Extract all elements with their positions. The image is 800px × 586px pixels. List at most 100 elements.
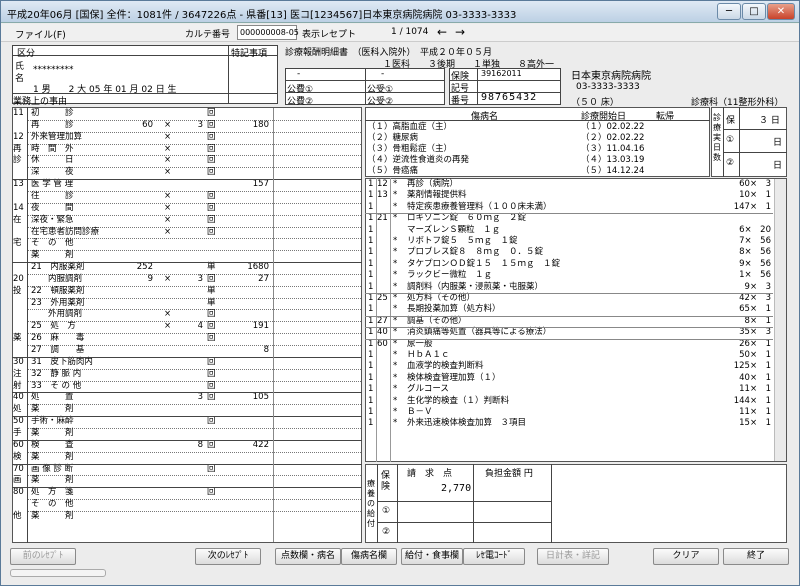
section-code: 60 (13, 440, 24, 450)
section-unit: 回 (207, 155, 216, 165)
section-label: 内服調剤 (31, 274, 83, 284)
detail-count: 1 (368, 372, 374, 383)
section-count: 3 (197, 120, 203, 130)
detail-item[interactable]: ラックビー微粒 １ｇ (407, 270, 492, 280)
next-arrow-icon[interactable]: → (455, 25, 465, 39)
detail-item[interactable]: プロブレス錠８ ８ｍｇ ０．５錠 (407, 247, 543, 257)
menu-file[interactable]: ファイル(F) (15, 27, 66, 41)
detail-item[interactable]: Ｂ－Ｖ (407, 407, 433, 417)
ryoyo-label: 療養の給付 (367, 479, 375, 528)
jitsu-nissu-label: 診療実日数 (713, 113, 721, 162)
detail-item[interactable]: 処方料（その他） (407, 293, 475, 303)
disease-name[interactable]: （３）骨粗鬆症（主） (367, 144, 452, 154)
k2-label: ② (726, 158, 735, 168)
detail-mark: * (393, 315, 398, 326)
detail-item[interactable]: 検体検査管理加算（１） (407, 373, 501, 383)
detail-item[interactable]: 再診（病院） (407, 179, 458, 189)
detail-code: 21 (377, 213, 388, 224)
detail-item[interactable]: ロキソニン錠 ６０ｍｇ ２錠 (407, 213, 526, 223)
futan-label: 負担金額 円 (485, 469, 533, 479)
section-unit: 単 (207, 262, 216, 272)
minimize-button[interactable]: ─ (717, 3, 741, 20)
section-label: 27 調 基 (31, 345, 85, 355)
detail-item[interactable]: 調剤料（内服薬・浸煎薬・屯服薬） (407, 282, 543, 292)
receipt-label: 表示レセプト (302, 30, 357, 40)
detail-mark: * (393, 270, 398, 281)
detail-item[interactable]: リボトフ錠５ ５ｍｇ １錠 (407, 236, 518, 246)
nikkei-shoki-button[interactable]: 日計表・詳記 (537, 548, 609, 565)
section-unit: 回 (207, 369, 216, 379)
detail-count: 1 (368, 350, 374, 360)
detail-scrollbar[interactable] (774, 179, 786, 461)
detail-mark: * (393, 281, 398, 292)
disease-start-date: （４）13.03.19 (581, 155, 645, 165)
detail-item[interactable]: 外来迅速検体検査加算 ３項目 (407, 418, 526, 428)
section-unit: 回 (207, 381, 216, 391)
section-unit: 回 (207, 464, 216, 474)
detail-value: 8× 56 (739, 247, 771, 258)
tensu-byomei-button[interactable]: 点数欄・病名 (275, 548, 341, 565)
detail-code: 60 (377, 338, 388, 349)
detail-value: 144× 1 (733, 395, 771, 406)
detail-item[interactable]: ＨｂＡ１ｃ (407, 350, 450, 360)
tokki-label: 特記事項 (231, 49, 268, 59)
detail-item[interactable]: グルコース (407, 384, 449, 394)
densan-code-button[interactable]: ﾚｾ電ｺｰﾄﾞ (463, 548, 525, 565)
mei-label: 名 (15, 74, 25, 84)
karte-number-input[interactable]: 000000008-05 (237, 25, 299, 40)
window-title: 平成20年06月 [国保] 全件：1081件 / 3647226点 - 県番[1… (7, 10, 517, 21)
prev-arrow-icon[interactable]: ← (437, 25, 447, 39)
next-receipt-button[interactable]: 次のﾚｾﾌﾟﾄ (195, 548, 261, 565)
detail-item[interactable]: 特定疾患療養管理料（１００床未満） (407, 202, 552, 212)
detail-item[interactable]: 長期投薬加算（処方料） (407, 304, 501, 314)
section-label: 再 診 (31, 120, 74, 130)
detail-item[interactable]: 血液学的検査判断料 (407, 361, 484, 371)
section-count: 8 (197, 440, 203, 450)
section-unit: 回 (207, 416, 216, 426)
detail-item[interactable]: 調基（その他） (407, 316, 467, 326)
detail-item[interactable]: 尿一般 (407, 339, 433, 349)
close-button[interactable]: ✕ (767, 3, 795, 20)
section-code: 14 (13, 203, 24, 213)
section-code: 投 (13, 286, 22, 296)
detail-code: 12 (377, 179, 388, 189)
section-unit: 回 (207, 274, 216, 284)
section-times: × (164, 321, 172, 331)
detail-mark: * (393, 258, 398, 269)
byomei-button[interactable]: 傷病名欄 (341, 548, 397, 565)
detail-value: 11× 1 (739, 384, 771, 395)
detail-mark: * (393, 338, 398, 349)
end-button[interactable]: 終了 (723, 548, 789, 565)
title-bar: 平成20年06月 [国保] 全件：1081件 / 3647226点 - 県番[1… (1, 1, 799, 23)
detail-mark: * (393, 201, 398, 212)
clear-button[interactable]: クリア (653, 548, 719, 565)
section-code: 検 (13, 452, 22, 462)
kyufu-shokuji-button[interactable]: 給付・食事欄 (401, 548, 463, 565)
disease-name[interactable]: （２）糖尿病 (367, 133, 418, 143)
disease-name[interactable]: （５）骨癌痛 (367, 166, 418, 176)
detail-item[interactable]: 生化学的検査（１）判断料 (407, 396, 509, 406)
section-count: 3 (197, 392, 203, 402)
detail-mark: * (393, 372, 398, 383)
hospital-tel: 03-3333-3333 (576, 82, 640, 92)
detail-item[interactable]: タケプロンＯＤ錠１５ １５ｍｇ １錠 (407, 259, 560, 269)
section-label: 手術・麻酔 (31, 416, 74, 426)
disease-name[interactable]: （４）逆流性食道炎の再発 (367, 155, 469, 165)
section-label: 往 診 (31, 191, 74, 201)
disease-name[interactable]: （１）高脂血症（主） (367, 122, 452, 132)
maximize-button[interactable]: □ (742, 3, 766, 20)
kohi-dash: - (297, 69, 301, 79)
detail-item[interactable]: 薬剤情報提供料 (407, 190, 467, 200)
detail-item[interactable]: マーズレンＳ顆粒 １ｇ (407, 225, 500, 235)
ryoyo-k1-label: ① (382, 506, 391, 516)
detail-value: 6× 20 (739, 224, 771, 235)
section-count: 4 (197, 321, 203, 331)
detail-mark: * (393, 179, 398, 189)
section-label: 医 学 管 理 (31, 179, 74, 189)
section-unit: 回 (207, 203, 216, 213)
ho-days: ３ 日 (759, 116, 780, 126)
detail-item[interactable]: 消炎鎮痛等処置（器具等による療法） (407, 327, 551, 337)
detail-mark: * (393, 247, 398, 258)
prev-receipt-button[interactable]: 前のﾚｾﾌﾟﾄ (10, 548, 76, 565)
detail-value: 10× 1 (739, 190, 771, 201)
